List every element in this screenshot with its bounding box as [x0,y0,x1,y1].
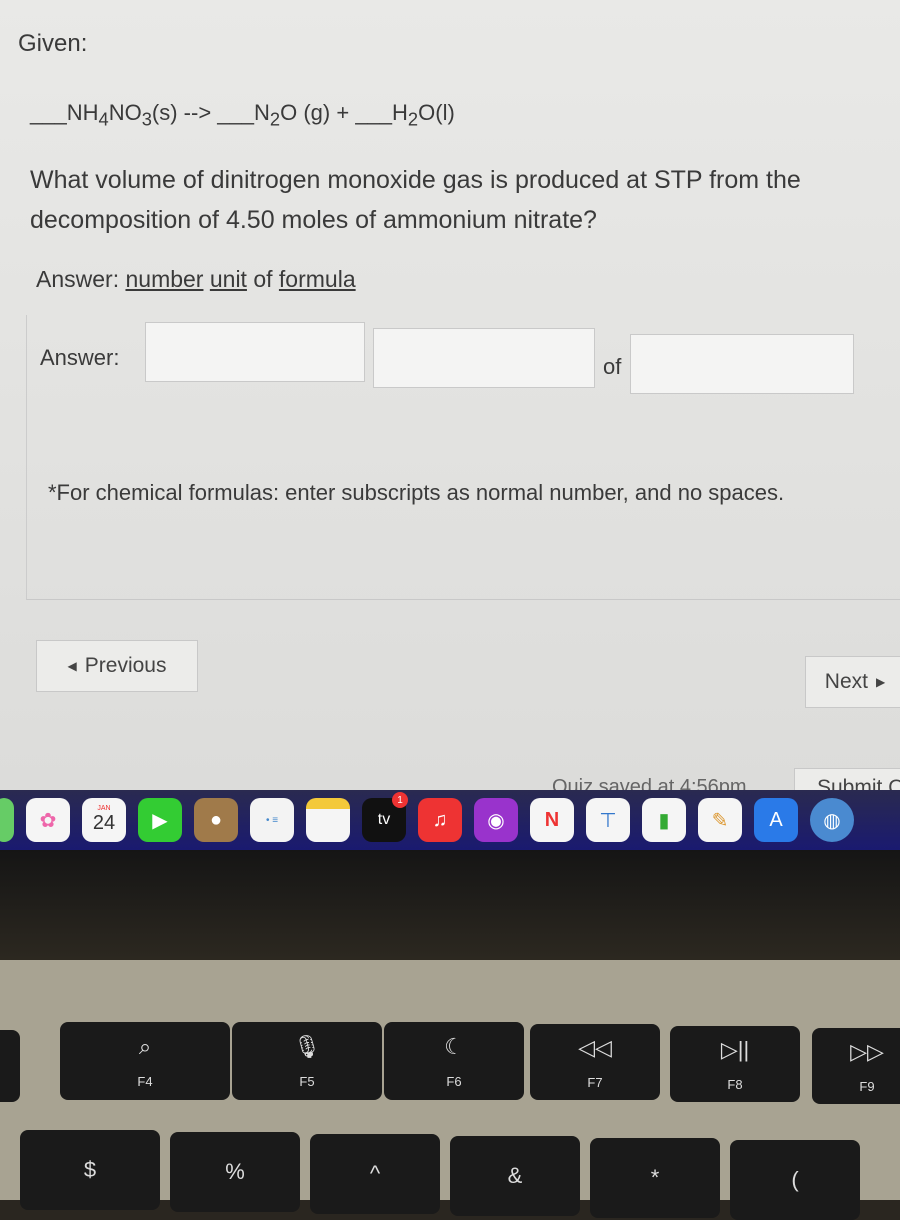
pages-app-icon[interactable]: ✎ [698,798,742,842]
key-4[interactable]: $ [20,1130,160,1210]
news-app-icon[interactable]: N [530,798,574,842]
key-f9[interactable]: ▷▷ F9 [812,1028,900,1104]
app-store-icon[interactable]: A [754,798,798,842]
network-globe-icon[interactable]: ◍ [810,798,854,842]
reminders-app-icon[interactable]: • ≡ [250,798,294,842]
numbers-app-icon[interactable]: ▮ [642,798,686,842]
podcasts-app-icon[interactable]: ◉ [474,798,518,842]
answer-format: Answer: number unit of formula [36,266,356,292]
music-app-icon[interactable]: ♫ [418,798,462,842]
key-9[interactable]: ( [730,1140,860,1220]
dock: ✿ JAN 24 ▶ ● • ≡ tv 1 ♫ ◉ N ⊤ ▮ ✎ A ◍ [0,790,900,850]
key-7[interactable]: & [450,1136,580,1216]
formula-note: *For chemical formulas: enter subscripts… [48,480,785,505]
unit-input[interactable] [373,328,595,388]
key-f7[interactable]: ◁◁ F7 [530,1024,660,1100]
keynote-app-icon[interactable]: ⊤ [586,798,630,842]
formula-input[interactable] [630,334,854,394]
number-input[interactable] [145,322,365,382]
calendar-app-icon[interactable]: JAN 24 [82,798,126,842]
key-f6[interactable]: ☾ F6 [384,1022,524,1100]
chevron-right-icon: ▶ [875,675,886,689]
search-icon: ⌕ [138,1033,152,1059]
play-pause-icon: ▷|| [720,1036,750,1062]
chevron-left-icon: ◀ [67,659,77,673]
next-button[interactable]: Next ▶ [805,656,900,708]
key-f8[interactable]: ▷|| F8 [670,1026,800,1102]
key-8[interactable]: * [590,1138,720,1218]
photos-app-icon[interactable]: ✿ [26,798,70,842]
key-f3[interactable] [0,1030,20,1102]
screen-bezel [0,850,900,960]
answer-label: Answer: [40,345,120,370]
notification-badge: 1 [392,792,408,808]
key-f5[interactable]: 🎙 F5 [232,1022,382,1100]
keyboard: ⌕ F4 🎙 F5 ☾ F6 ◁◁ F7 ▷|| F8 ▷▷ F9 $ % ^ & * ( [0,960,900,1220]
of-label: of [603,354,622,379]
key-5[interactable]: % [170,1132,300,1212]
previous-button[interactable]: ◀ Previous [36,640,198,692]
rewind-icon: ◁◁ [578,1034,612,1060]
key-f4[interactable]: ⌕ F4 [60,1022,230,1100]
apple-tv-app-icon[interactable]: tv 1 [362,792,408,842]
key-6[interactable]: ^ [310,1134,440,1214]
chemical-equation: ___NH4NO3(s) --> ___N2O (g) + ___H2O(l) [30,100,455,130]
microphone-icon: 🎙 [293,1033,321,1059]
quiz-screen: Given: ___NH4NO3(s) --> ___N2O (g) + ___… [0,0,900,808]
facetime-app-icon[interactable]: ▶ [138,798,182,842]
given-label: Given: [18,30,88,57]
question-text: What volume of dinitrogen monoxide gas i… [30,166,801,234]
moon-icon: ☾ [444,1033,464,1059]
fast-forward-icon: ▷▷ [850,1038,884,1064]
finder-app-icon[interactable] [0,798,14,842]
contacts-app-icon[interactable]: ● [194,798,238,842]
notes-app-icon[interactable] [306,798,350,842]
